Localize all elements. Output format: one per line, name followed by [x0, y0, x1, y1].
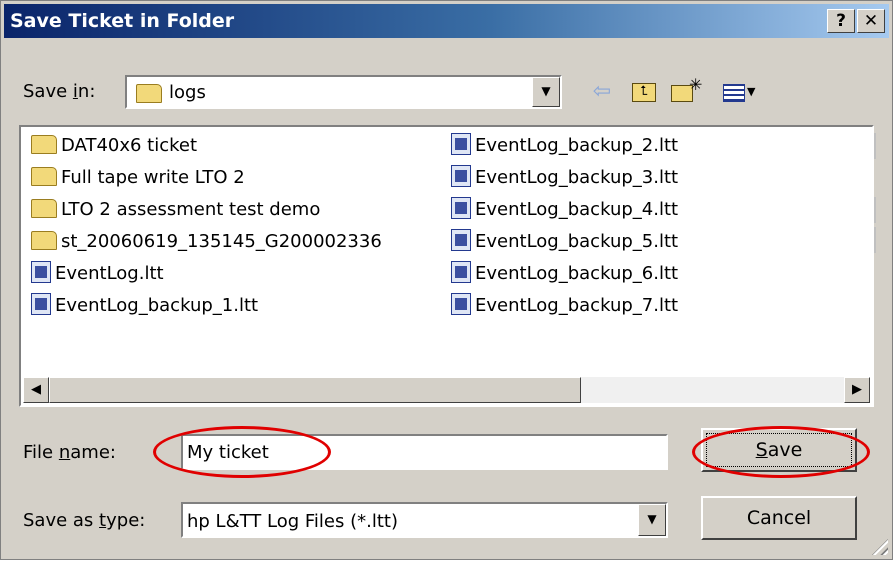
log-file-icon: [451, 293, 471, 315]
item-label: EventLog_backup_7.ltt: [475, 295, 679, 316]
triangle-left-icon: ◀: [31, 382, 41, 397]
scroll-right-button[interactable]: ▶: [844, 377, 870, 403]
back-arrow-icon[interactable]: ⇦: [587, 79, 617, 107]
scroll-left-button[interactable]: ◀: [23, 377, 49, 403]
up-one-level-icon[interactable]: ⮤: [629, 79, 659, 107]
save-in-dropdown-button[interactable]: ▼: [532, 77, 560, 107]
new-folder-icon[interactable]: ✳: [669, 75, 705, 107]
item-label: EventLog.ltt: [55, 263, 164, 284]
item-label: EventLog_backup_5.ltt: [475, 231, 679, 252]
close-button[interactable]: ✕: [857, 9, 885, 33]
folder-item[interactable]: LTO 2 assessment test demo: [31, 195, 320, 225]
close-icon: ✕: [863, 11, 879, 31]
save-as-type-dropdown-button[interactable]: ▼: [638, 504, 666, 536]
triangle-right-icon: ▶: [852, 382, 862, 397]
file-list[interactable]: DAT40x6 ticket Full tape write LTO 2 LTO 2…: [19, 125, 876, 407]
item-label: st_20060619_135145_G200002336: [61, 231, 382, 252]
title-bar: Save Ticket in Folder ? ✕: [4, 4, 889, 38]
scroll-thumb[interactable]: [49, 377, 581, 403]
item-label: LTO 2 assessment test demo: [61, 199, 321, 220]
item-label: EventLog_backup_3.ltt: [475, 167, 679, 188]
log-file-icon: [31, 261, 51, 283]
item-label: EventLog_backup_1.ltt: [55, 295, 259, 316]
horizontal-scrollbar[interactable]: ◀ ▶: [23, 377, 870, 403]
cancel-button[interactable]: Cancel: [701, 496, 857, 540]
log-file-icon: [451, 197, 471, 219]
chevron-down-icon: ▼: [647, 512, 657, 526]
window-title: Save Ticket in Folder: [10, 10, 235, 32]
log-file-icon: [451, 261, 471, 283]
save-as-type-label: Save as type:: [23, 510, 146, 531]
log-file-icon: [451, 165, 471, 187]
resize-grip[interactable]: [872, 539, 888, 555]
save-in-dropdown[interactable]: logs ▼: [125, 75, 562, 109]
file-item[interactable]: EventLog_backup_3.ltt: [451, 163, 678, 193]
log-file-icon: [451, 133, 471, 155]
item-label: EventLog_backup_2.ltt: [475, 135, 679, 156]
folder-icon: [31, 166, 57, 186]
save-in-label: Save in:: [23, 81, 96, 102]
view-menu-icon[interactable]: ▼: [721, 79, 763, 107]
save-button[interactable]: Save: [701, 428, 857, 472]
folder-item[interactable]: st_20060619_135145_G200002336: [31, 227, 382, 257]
folder-item[interactable]: Full tape write LTO 2: [31, 163, 245, 193]
folder-icon: [31, 134, 57, 154]
file-item[interactable]: EventLog.ltt: [31, 259, 164, 289]
item-label: EventLog_backup_6.ltt: [475, 263, 679, 284]
save-dialog: Save Ticket in Folder ? ✕ Save in: logs …: [0, 0, 893, 560]
help-button[interactable]: ?: [827, 9, 855, 33]
open-folder-icon: [136, 84, 162, 103]
item-label: EventLog_backup_4.ltt: [475, 199, 679, 220]
folder-item[interactable]: DAT40x6 ticket: [31, 131, 197, 161]
file-item[interactable]: EventLog_backup_1.ltt: [31, 291, 258, 321]
save-as-type-value: hp L&TT Log Files (*.ltt): [187, 511, 398, 532]
file-item[interactable]: EventLog_backup_2.ltt: [451, 131, 678, 161]
file-item[interactable]: EventLog_backup_4.ltt: [451, 195, 678, 225]
file-item[interactable]: EventLog_backup_6.ltt: [451, 259, 678, 289]
item-label: DAT40x6 ticket: [61, 135, 198, 156]
file-name-label: File name:: [23, 442, 116, 463]
chevron-down-icon: ▼: [541, 84, 551, 98]
file-name-value: My ticket: [187, 442, 269, 463]
item-label: Full tape write LTO 2: [61, 167, 245, 188]
folder-icon: [31, 198, 57, 218]
log-file-icon: [451, 229, 471, 251]
file-item[interactable]: EventLog_backup_7.ltt: [451, 291, 678, 321]
log-file-icon: [31, 293, 51, 315]
file-name-input[interactable]: My ticket: [181, 434, 668, 470]
save-as-type-dropdown[interactable]: hp L&TT Log Files (*.ltt) ▼: [181, 502, 668, 538]
save-in-value: logs: [169, 82, 206, 103]
file-item[interactable]: EventLog_backup_5.ltt: [451, 227, 678, 257]
folder-icon: [31, 230, 57, 250]
